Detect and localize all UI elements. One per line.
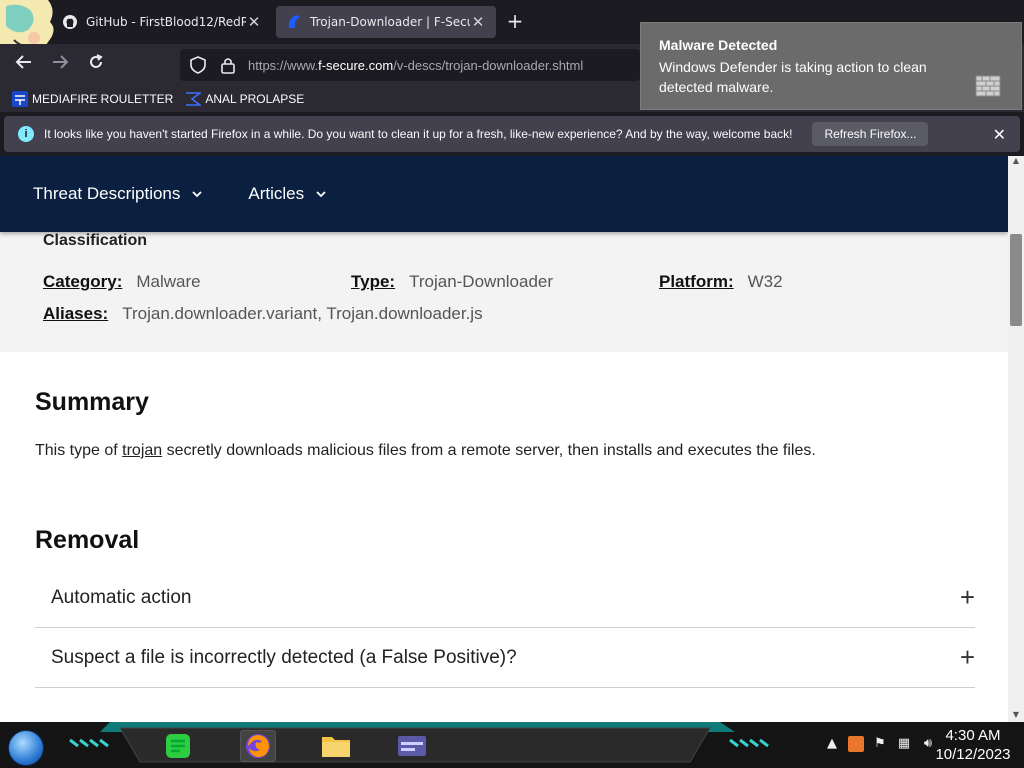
site-navigation: Threat Descriptions Articles bbox=[0, 156, 1008, 232]
accordion-label: Suspect a file is incorrectly detected (… bbox=[51, 646, 517, 668]
flag-icon[interactable]: ⚑ bbox=[872, 736, 888, 752]
start-button[interactable] bbox=[8, 730, 44, 766]
summary-text: This type of trojan secretly downloads m… bbox=[35, 442, 816, 459]
removal-heading: Removal bbox=[35, 526, 140, 554]
platform-label[interactable]: Platform: bbox=[659, 272, 734, 291]
web-page: Threat Descriptions Articles Classificat… bbox=[0, 156, 1024, 722]
window-icon bbox=[398, 736, 426, 756]
github-icon bbox=[63, 15, 77, 29]
aliases-label[interactable]: Aliases: bbox=[43, 304, 108, 323]
expand-plus-icon[interactable]: + bbox=[960, 644, 975, 670]
accordion-automatic-action[interactable]: Automatic action + bbox=[35, 568, 975, 628]
tab-title: Trojan-Downloader | F-Secure Labs bbox=[310, 15, 470, 29]
malware-detected-notification[interactable]: Malware Detected Windows Defender is tak… bbox=[640, 22, 1022, 110]
app-tray-icon[interactable] bbox=[848, 736, 864, 752]
clock-date: 10/12/2023 bbox=[935, 746, 1011, 763]
show-hidden-icons-icon[interactable]: ▲ bbox=[824, 736, 840, 752]
summary-heading: Summary bbox=[35, 388, 149, 416]
category-value: Malware bbox=[136, 272, 201, 291]
address-bar[interactable]: https://www.f-secure.com/v-descs/trojan-… bbox=[180, 49, 640, 81]
scroll-down-icon[interactable]: ▼ bbox=[1008, 710, 1024, 722]
type-label[interactable]: Type: bbox=[351, 272, 395, 291]
aliases-value: Trojan.downloader.variant, Trojan.downlo… bbox=[122, 304, 483, 323]
forward-button[interactable] bbox=[48, 53, 72, 77]
mediafire-icon bbox=[12, 91, 28, 107]
arrow-left-icon bbox=[15, 55, 31, 69]
trojan-link[interactable]: trojan bbox=[122, 442, 162, 459]
bookmark-label: ANAL PROLAPSE bbox=[205, 92, 305, 106]
aliases-field: Aliases: Trojan.downloader.variant, Troja… bbox=[43, 304, 483, 324]
taskbar-firefox[interactable] bbox=[240, 730, 276, 762]
platform-field: Platform: W32 bbox=[659, 272, 783, 292]
notification-title: Malware Detected bbox=[659, 37, 778, 53]
notification-body: Windows Defender is taking action to cle… bbox=[659, 59, 927, 95]
bookmark-label: MEDIAFIRE ROULETTER bbox=[32, 92, 174, 106]
tab-github[interactable]: GitHub - FirstBlood12/RedPetya ✕ bbox=[52, 6, 272, 38]
new-tab-button[interactable]: + bbox=[504, 10, 526, 32]
accordion-false-positive[interactable]: Suspect a file is incorrectly detected (… bbox=[35, 628, 975, 688]
firefox-icon bbox=[246, 734, 270, 758]
close-tab-button[interactable]: ✕ bbox=[246, 13, 262, 31]
system-tray: ▲ ⚑ ▦ 🔊︎ bbox=[824, 736, 936, 752]
taskbar-window-app[interactable] bbox=[394, 730, 430, 762]
folder-icon bbox=[322, 737, 350, 757]
expand-plus-icon[interactable]: + bbox=[960, 584, 975, 610]
taskbar-notes-app[interactable] bbox=[160, 730, 196, 762]
platform-value: W32 bbox=[747, 272, 783, 291]
scrollbar-thumb[interactable] bbox=[1010, 234, 1022, 326]
firefox-refresh-notification: i It looks like you haven't started Fire… bbox=[4, 116, 1020, 152]
category-field: Category: Malware bbox=[43, 272, 201, 292]
taskbar: ▲ ⚑ ▦ 🔊︎ 4:30 AM 10/12/2023 bbox=[0, 722, 1024, 768]
taskbar-clock[interactable]: 4:30 AM 10/12/2023 bbox=[928, 726, 1018, 764]
chevron-down-icon bbox=[192, 191, 203, 198]
tab-title: GitHub - FirstBlood12/RedPetya bbox=[86, 15, 246, 29]
clock-time: 4:30 AM bbox=[945, 727, 1001, 744]
firewall-icon bbox=[975, 75, 1001, 97]
refresh-firefox-button[interactable]: Refresh Firefox... bbox=[812, 122, 929, 146]
back-button[interactable] bbox=[12, 53, 36, 77]
page-scrollbar[interactable]: ▲ ▼ bbox=[1008, 156, 1024, 722]
nav-threat-descriptions[interactable]: Threat Descriptions bbox=[33, 184, 203, 204]
classification-heading: Classification bbox=[43, 232, 148, 249]
bookmark-mediafire[interactable]: MEDIAFIRE ROULETTER bbox=[12, 91, 173, 107]
classification-panel bbox=[0, 232, 1008, 352]
close-tab-button[interactable]: ✕ bbox=[470, 13, 486, 31]
type-value: Trojan-Downloader bbox=[409, 272, 554, 291]
bookmark-prolapse[interactable]: ANAL PROLAPSE bbox=[185, 91, 304, 107]
fsecure-icon bbox=[288, 15, 300, 28]
url-text[interactable]: https://www.f-secure.com/v-descs/trojan-… bbox=[248, 58, 583, 73]
reload-button[interactable] bbox=[84, 53, 108, 77]
chevron-down-icon bbox=[316, 191, 326, 198]
tab-fsecure[interactable]: Trojan-Downloader | F-Secure Labs ✕ bbox=[276, 6, 496, 38]
arrow-right-icon bbox=[53, 55, 69, 69]
sigma-icon bbox=[186, 92, 202, 106]
shield-icon[interactable] bbox=[188, 55, 208, 75]
network-icon[interactable]: ▦ bbox=[896, 736, 912, 752]
reload-icon bbox=[90, 54, 103, 68]
accordion-label: Automatic action bbox=[51, 586, 192, 608]
category-label[interactable]: Category: bbox=[43, 272, 122, 291]
nav-label: Articles bbox=[248, 184, 305, 203]
info-icon: i bbox=[18, 126, 34, 142]
nav-articles[interactable]: Articles bbox=[248, 184, 326, 204]
scroll-up-icon[interactable]: ▲ bbox=[1008, 156, 1024, 168]
nav-label: Threat Descriptions bbox=[33, 184, 181, 203]
type-field: Type: Trojan-Downloader bbox=[351, 272, 553, 292]
lock-icon[interactable] bbox=[218, 55, 238, 75]
taskbar-file-explorer[interactable] bbox=[318, 730, 354, 762]
notification-message: It looks like you haven't started Firefo… bbox=[44, 127, 793, 141]
close-notification-button[interactable]: ✕ bbox=[993, 125, 1006, 145]
notes-icon bbox=[166, 734, 190, 758]
